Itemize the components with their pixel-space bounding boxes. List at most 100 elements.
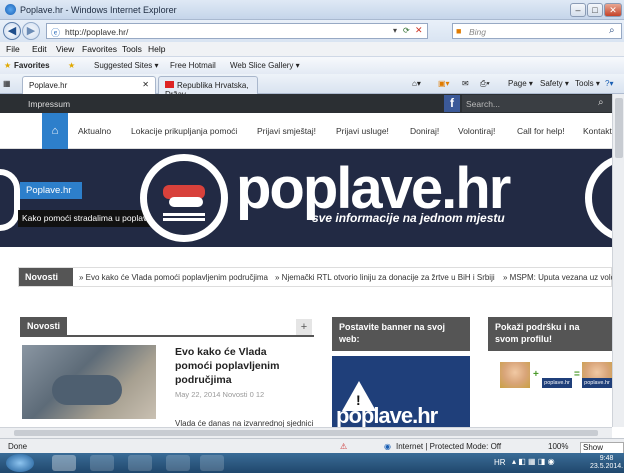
taskbar-outlook[interactable] xyxy=(166,455,190,471)
zoom-level[interactable]: 100% xyxy=(548,442,568,451)
taskbar-media[interactable] xyxy=(128,455,152,471)
mini-logo: poplave.hr xyxy=(542,378,572,388)
impressum-link[interactable]: Impressum xyxy=(28,99,70,109)
scroll-thumb[interactable] xyxy=(14,430,598,436)
nav-volontiraj[interactable]: Volontiraj! xyxy=(458,126,495,136)
maximize-button[interactable]: □ xyxy=(587,3,603,17)
window-titlebar: Poplave.hr - Windows Internet Explorer –… xyxy=(0,0,624,20)
news-header: Novosti xyxy=(20,317,68,335)
dropdown-icon[interactable]: ▾ xyxy=(393,26,397,35)
add-favorite-icon[interactable]: ★ xyxy=(68,61,75,70)
close-tab-icon[interactable]: ✕ xyxy=(142,80,149,89)
news-header-line: Novosti xyxy=(20,317,314,337)
menu-view[interactable]: View xyxy=(56,44,74,54)
news-meta: May 22, 2014 Novosti 0 12 xyxy=(175,390,265,399)
nav-doniraj[interactable]: Doniraj! xyxy=(410,126,439,136)
print-icon[interactable]: ⎙▾ xyxy=(480,79,490,89)
home-icon[interactable]: ⌂ xyxy=(42,113,68,149)
search-icon[interactable]: ⌕ xyxy=(609,25,615,36)
home-icon[interactable]: ⌂▾ xyxy=(412,79,421,88)
banner-text: poplave.hr xyxy=(336,403,438,427)
ticker-item[interactable]: » MSPM: Uputa vezana uz volonti xyxy=(503,273,612,282)
tab-label: Poplave.hr xyxy=(29,81,68,90)
fav-suggested-sites[interactable]: Suggested Sites ▾ xyxy=(94,61,159,70)
language-indicator[interactable]: HR xyxy=(494,458,506,467)
hero-slider[interactable]: Poplave.hr Kako pomoći stradalima u popl… xyxy=(0,149,612,247)
clock[interactable]: 9:48 23.5.2014. xyxy=(590,455,623,471)
menu-help[interactable]: Help xyxy=(148,44,165,54)
facebook-icon[interactable]: f xyxy=(444,95,460,112)
address-row: ◀ ▶ ⓔ http://poplave.hr/ ▾ ⟳ ✕ ■ Bing ⌕ xyxy=(0,20,624,42)
taskbar: HR ▴ ◧ ▦ ◨ ◉ 9:48 23.5.2014. xyxy=(0,453,624,473)
page-menu[interactable]: Page ▾ xyxy=(508,79,533,88)
helping-hands-logo-icon xyxy=(140,154,228,242)
expand-plus-button[interactable]: + xyxy=(296,319,312,335)
warning-icon: ⚠ xyxy=(340,442,348,451)
taskbar-explorer[interactable] xyxy=(90,455,114,471)
tab-poplave[interactable]: Poplave.hr ✕ xyxy=(22,76,156,94)
news-ticker: Novosti » Evo kako će Vlada pomoći popla… xyxy=(18,267,612,287)
compat-icon[interactable]: ⟳ xyxy=(403,26,410,35)
stop-icon[interactable]: ✕ xyxy=(415,25,423,36)
start-button[interactable] xyxy=(6,454,34,472)
ticker-item[interactable]: » Njemački RTL otvorio liniju za donacij… xyxy=(275,273,495,282)
equals-sign: = xyxy=(574,369,580,380)
fav-web-slice[interactable]: Web Slice Gallery ▾ xyxy=(230,61,300,70)
logo-partial-left xyxy=(0,169,20,231)
tray-icons[interactable]: ▴ ◧ ▦ ◨ ◉ xyxy=(512,457,555,466)
favorites-button[interactable]: Favorites xyxy=(14,61,50,70)
quick-tabs-icon[interactable]: ▦ xyxy=(3,79,11,88)
banner-image[interactable]: ! poplave.hr xyxy=(332,356,470,427)
help-icon[interactable]: ?▾ xyxy=(605,79,613,88)
back-button[interactable]: ◀ xyxy=(3,22,21,40)
zone-text: Internet | Protected Mode: Off xyxy=(396,442,502,451)
taskbar-ie[interactable] xyxy=(52,455,76,471)
flag-icon xyxy=(165,81,174,88)
favorites-star-icon: ★ xyxy=(4,61,12,70)
site-search-placeholder: Search... xyxy=(466,99,501,109)
globe-icon: ◉ xyxy=(384,442,391,451)
site-topbar: Impressum f Search... ⌕ xyxy=(0,94,612,113)
nav-call-for-help[interactable]: Call for help! xyxy=(517,126,565,136)
time: 9:48 xyxy=(599,455,614,462)
minimize-button[interactable]: – xyxy=(570,3,586,17)
menu-edit[interactable]: Edit xyxy=(32,44,47,54)
nav-lokacije[interactable]: Lokacije prikupljanja pomoći xyxy=(131,126,237,136)
tab-republika[interactable]: Republika Hrvatska, Držav... xyxy=(158,76,258,99)
tools-menu[interactable]: Tools ▾ xyxy=(575,79,600,88)
ticker-label: Novosti xyxy=(19,268,73,286)
vertical-scrollbar[interactable] xyxy=(612,94,624,427)
forward-button[interactable]: ▶ xyxy=(22,22,40,40)
nav-prijavi-usluge[interactable]: Prijavi usluge! xyxy=(336,126,389,136)
menu-favorites[interactable]: Favorites xyxy=(82,44,117,54)
horizontal-scrollbar[interactable] xyxy=(0,427,612,438)
window-title: Poplave.hr - Windows Internet Explorer xyxy=(20,5,177,15)
safety-menu[interactable]: Safety ▾ xyxy=(540,79,569,88)
fav-free-hotmail[interactable]: Free Hotmail xyxy=(170,61,216,70)
site-search-input[interactable]: Search... ⌕ xyxy=(462,95,612,112)
favorites-bar: ★ Favorites ★ Suggested Sites ▾ Free Hot… xyxy=(0,56,624,74)
mini-logo: poplave.hr xyxy=(582,378,612,388)
scroll-thumb[interactable] xyxy=(615,98,623,158)
mail-icon[interactable]: ✉ xyxy=(462,79,469,88)
menu-file[interactable]: File xyxy=(6,44,20,54)
address-bar[interactable]: ⓔ http://poplave.hr/ ▾ ⟳ ✕ xyxy=(46,23,428,39)
banner-header: Postavite banner na svoj web: xyxy=(332,317,470,351)
slide-category-label[interactable]: Poplave.hr xyxy=(20,182,82,199)
news-title[interactable]: Evo kako će Vlada pomoći poplavljenim po… xyxy=(175,345,305,387)
search-box[interactable]: ■ Bing ⌕ xyxy=(452,23,622,39)
news-image[interactable] xyxy=(22,345,156,419)
menu-tools[interactable]: Tools xyxy=(122,44,142,54)
ie-logo-icon xyxy=(5,4,16,15)
nav-aktualno[interactable]: Aktualno xyxy=(78,126,111,136)
search-icon[interactable]: ⌕ xyxy=(598,97,604,108)
site-logo-text: poplave.hr xyxy=(236,156,511,221)
taskbar-word[interactable] xyxy=(200,455,224,471)
plus-sign: + xyxy=(533,369,539,380)
nav-prijavi-smjestaj[interactable]: Prijavi smještaj! xyxy=(257,126,316,136)
nav-kontakt[interactable]: Kontakt xyxy=(583,126,612,136)
feeds-icon[interactable]: ▣▾ xyxy=(438,79,450,88)
site-tagline: sve informacije na jednom mjestu xyxy=(312,211,505,225)
ticker-item[interactable]: » Evo kako će Vlada pomoći poplavljenim … xyxy=(79,273,268,282)
close-button[interactable]: ✕ xyxy=(604,3,622,17)
